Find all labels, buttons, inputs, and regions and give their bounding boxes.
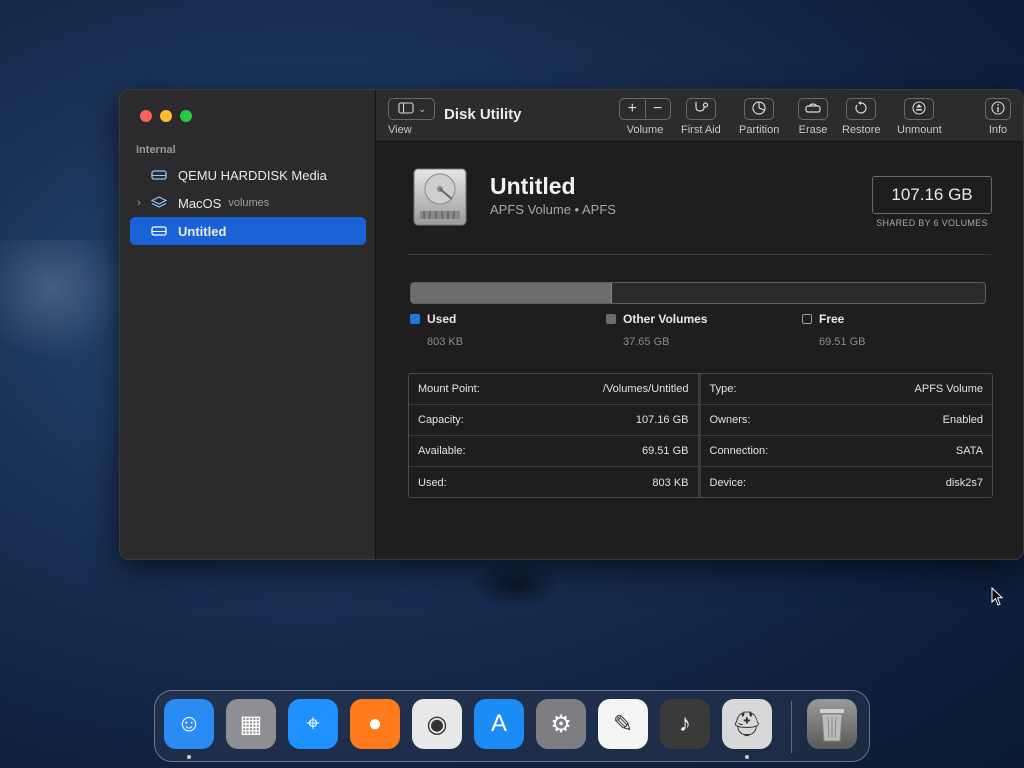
legend-free: Free 69.51 GB [802,312,865,348]
minimize-button[interactable] [160,110,172,122]
info-row-capacity: Capacity: 107.16 GB [409,405,698,436]
divider [408,254,991,255]
remove-volume-icon[interactable]: − [646,100,671,118]
app-store-icon[interactable]: A [474,699,524,749]
info-icon [991,100,1005,118]
dock: ☺ ▦ ⌖ ● ◉ A ⚙ ✎ ♪ ⛑ [154,690,870,762]
sidebar-item-sublabel: volumes [228,197,270,209]
add-volume-icon[interactable]: + [620,100,646,118]
usage-bar-fill [411,283,612,303]
info-row-type: Type: APFS Volume [700,374,992,405]
chevron-down-icon: ⌄ [418,103,427,114]
pie-chart-icon [752,100,766,118]
restore-arrow-icon [854,100,868,118]
sidebar-item-untitled[interactable]: Untitled [130,217,366,245]
sidebar-item-qemu-harddisk[interactable]: QEMU HARDDISK Media [130,161,366,189]
info-label: Info [988,124,1008,136]
legend-value: 803 KB [427,336,464,348]
disk-utility-icon[interactable]: ⛑ [722,699,772,749]
erase-button[interactable]: Erase [798,98,828,136]
info-row-available: Available: 69.51 GB [409,436,698,467]
sidebar-toggle-icon [397,101,414,117]
volume-info-table: Mount Point:/Volumes/Untitled Capacity: 1… [408,373,993,498]
garageband-icon[interactable]: ♪ [660,699,710,749]
eraser-icon [805,102,821,117]
disk-utility-window: Internal QEMU HARDDISK Media › MacOS vol… [119,89,1024,560]
running-indicator [187,755,191,759]
system-preferences-icon[interactable]: ⚙ [536,699,586,749]
textedit-icon[interactable]: ✎ [598,699,648,749]
layers-icon [148,196,170,210]
legend-value: 69.51 GB [819,336,866,348]
legend-used: Used 803 KB [410,312,463,348]
restore-button[interactable]: Restore [842,98,881,136]
sidebar-item-label: Untitled [178,223,227,239]
partition-button[interactable]: Partition [739,98,779,136]
volume-detail-pane: Untitled APFS Volume • APFS 107.16 GB SH… [376,142,1023,559]
desktop-wallpaper-island [470,560,560,610]
finder-icon[interactable]: ☺ [164,699,214,749]
free-swatch [802,314,812,324]
mouse-cursor-icon [991,587,1004,606]
disk-icon [148,168,170,182]
safari-icon[interactable]: ⌖ [288,699,338,749]
volume-label: Volume [626,124,664,136]
info-row-mount-point: Mount Point:/Volumes/Untitled [409,374,698,405]
erase-label: Erase [798,124,828,136]
volume-name: Untitled [490,173,576,199]
partition-label: Partition [739,124,780,136]
view-button[interactable]: ⌄ View [388,98,436,136]
close-button[interactable] [140,110,152,122]
capacity-box: 107.16 GB [872,176,992,214]
volume-subtitle: APFS Volume • APFS [490,202,616,217]
info-row-owners: Owners: Enabled [700,405,992,436]
other-volumes-swatch [606,314,616,324]
info-column-left: Mount Point:/Volumes/Untitled Capacity: 1… [409,374,701,497]
first-aid-button[interactable]: First Aid [681,98,721,136]
first-aid-label: First Aid [681,124,721,136]
legend-value: 37.65 GB [623,336,670,348]
stethoscope-icon [693,101,709,118]
legend-other-volumes: Other Volumes 37.65 GB [606,312,707,348]
view-label: View [388,124,412,136]
trash-icon[interactable] [807,699,857,749]
volume-button[interactable]: + − Volume [619,98,671,136]
disk-icon [148,224,170,238]
sidebar-item-macos[interactable]: › MacOS volumes [130,189,366,217]
desktop-wallpaper-coast [0,240,130,360]
info-row-connection: Connection: SATA [700,436,992,467]
zoom-button[interactable] [180,110,192,122]
usage-bar [410,282,986,304]
launchpad-icon[interactable]: ▦ [226,699,276,749]
unmount-label: Unmount [897,124,942,136]
capacity-note: SHARED BY 6 VOLUMES [876,218,988,228]
info-row-device: Device: disk2s7 [709,476,984,489]
firefox-icon[interactable]: ● [350,699,400,749]
sidebar: Internal QEMU HARDDISK Media › MacOS vol… [120,90,376,559]
sidebar-item-label: QEMU HARDDISK Media [178,167,327,183]
eject-icon [912,100,926,118]
disclosure-chevron-icon[interactable]: › [130,197,148,209]
chrome-icon[interactable]: ◉ [412,699,462,749]
window-title: Disk Utility [444,106,522,123]
toolbar: ⌄ View Disk Utility + − Volume First Aid [376,90,1023,142]
running-indicator [745,755,749,759]
sidebar-section-internal: Internal [136,144,176,156]
unmount-button[interactable]: Unmount [897,98,942,136]
sidebar-item-label: MacOS [178,195,222,211]
info-button[interactable]: Info [985,98,1011,136]
dock-separator [791,701,792,753]
traffic-lights [140,110,192,122]
used-swatch [410,314,420,324]
info-row-used: Used: 803 KB [418,476,689,489]
restore-label: Restore [842,124,881,136]
hard-drive-icon [410,167,470,229]
info-column-right: Type: APFS Volume Owners: Enabled Connecti… [700,374,992,497]
